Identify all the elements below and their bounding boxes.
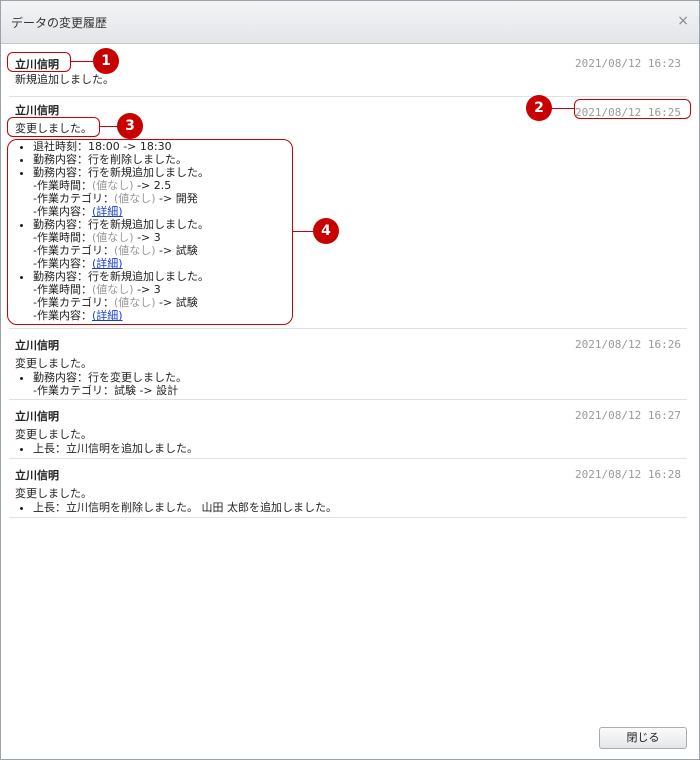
change-list: 勤務内容：行を変更しました。 -作業カテゴリ：試験 -> 設計 <box>9 371 687 397</box>
change-list: 上長：立川信明を削除しました。 山田 太郎を追加しました。 <box>9 501 687 514</box>
callout-connector <box>293 231 314 232</box>
change-text: 勤務内容：行を変更しました。 <box>33 371 187 384</box>
entry-timestamp: 2021/08/12 16:23 <box>575 57 681 70</box>
history-entry: 立川信明 2021/08/12 16:26 変更しました。 勤務内容：行を変更し… <box>9 329 687 400</box>
annotation-badge-1: 1 <box>93 48 119 74</box>
entry-timestamp: 2021/08/12 16:28 <box>575 468 681 481</box>
change-list: 上長：立川信明を追加しました。 <box>9 442 687 455</box>
history-entry: 立川信明 2021/08/12 16:28 変更しました。 上長：立川信明を削除… <box>9 459 687 518</box>
entry-message: 新規追加しました。 <box>15 73 114 86</box>
callout-box-message <box>7 117 100 137</box>
change-item: 上長：立川信明を削除しました。 山田 太郎を追加しました。 <box>33 501 687 514</box>
annotation-badge-2: 2 <box>526 95 552 121</box>
entry-message: 変更しました。 <box>15 357 92 370</box>
change-text: 上長：立川信明を追加しました。 <box>33 442 198 455</box>
callout-box-changes <box>7 139 293 325</box>
entry-timestamp: 2021/08/12 16:27 <box>575 409 681 422</box>
annotation-badge-4: 4 <box>313 218 339 244</box>
entry-message: 変更しました。 <box>15 122 92 135</box>
callout-connector <box>552 108 574 109</box>
change-item: 上長：立川信明を追加しました。 <box>33 442 687 455</box>
close-button[interactable]: 閉じる <box>599 727 687 749</box>
close-icon[interactable]: × <box>677 13 689 29</box>
entry-message: 変更しました。 <box>15 428 92 441</box>
callout-box-user <box>7 52 71 72</box>
entry-timestamp: 2021/08/12 16:26 <box>575 338 681 351</box>
change-item: 勤務内容：行を変更しました。 -作業カテゴリ：試験 -> 設計 <box>33 371 687 397</box>
entry-message: 変更しました。 <box>15 487 92 500</box>
callout-connector <box>100 126 117 127</box>
annotation-badge-3: 3 <box>117 113 143 139</box>
change-text: 上長：立川信明を削除しました。 山田 太郎を追加しました。 <box>33 501 337 514</box>
callout-box-timestamp <box>574 99 691 119</box>
history-entry: 立川信明 2021/08/12 16:27 変更しました。 上長：立川信明を追加… <box>9 400 687 459</box>
dialog-titlebar: データの変更履歴 × <box>1 1 699 44</box>
change-detail: -作業カテゴリ：試験 -> 設計 <box>33 384 179 397</box>
callout-connector <box>71 61 94 62</box>
dialog-title: データの変更履歴 <box>11 16 108 30</box>
